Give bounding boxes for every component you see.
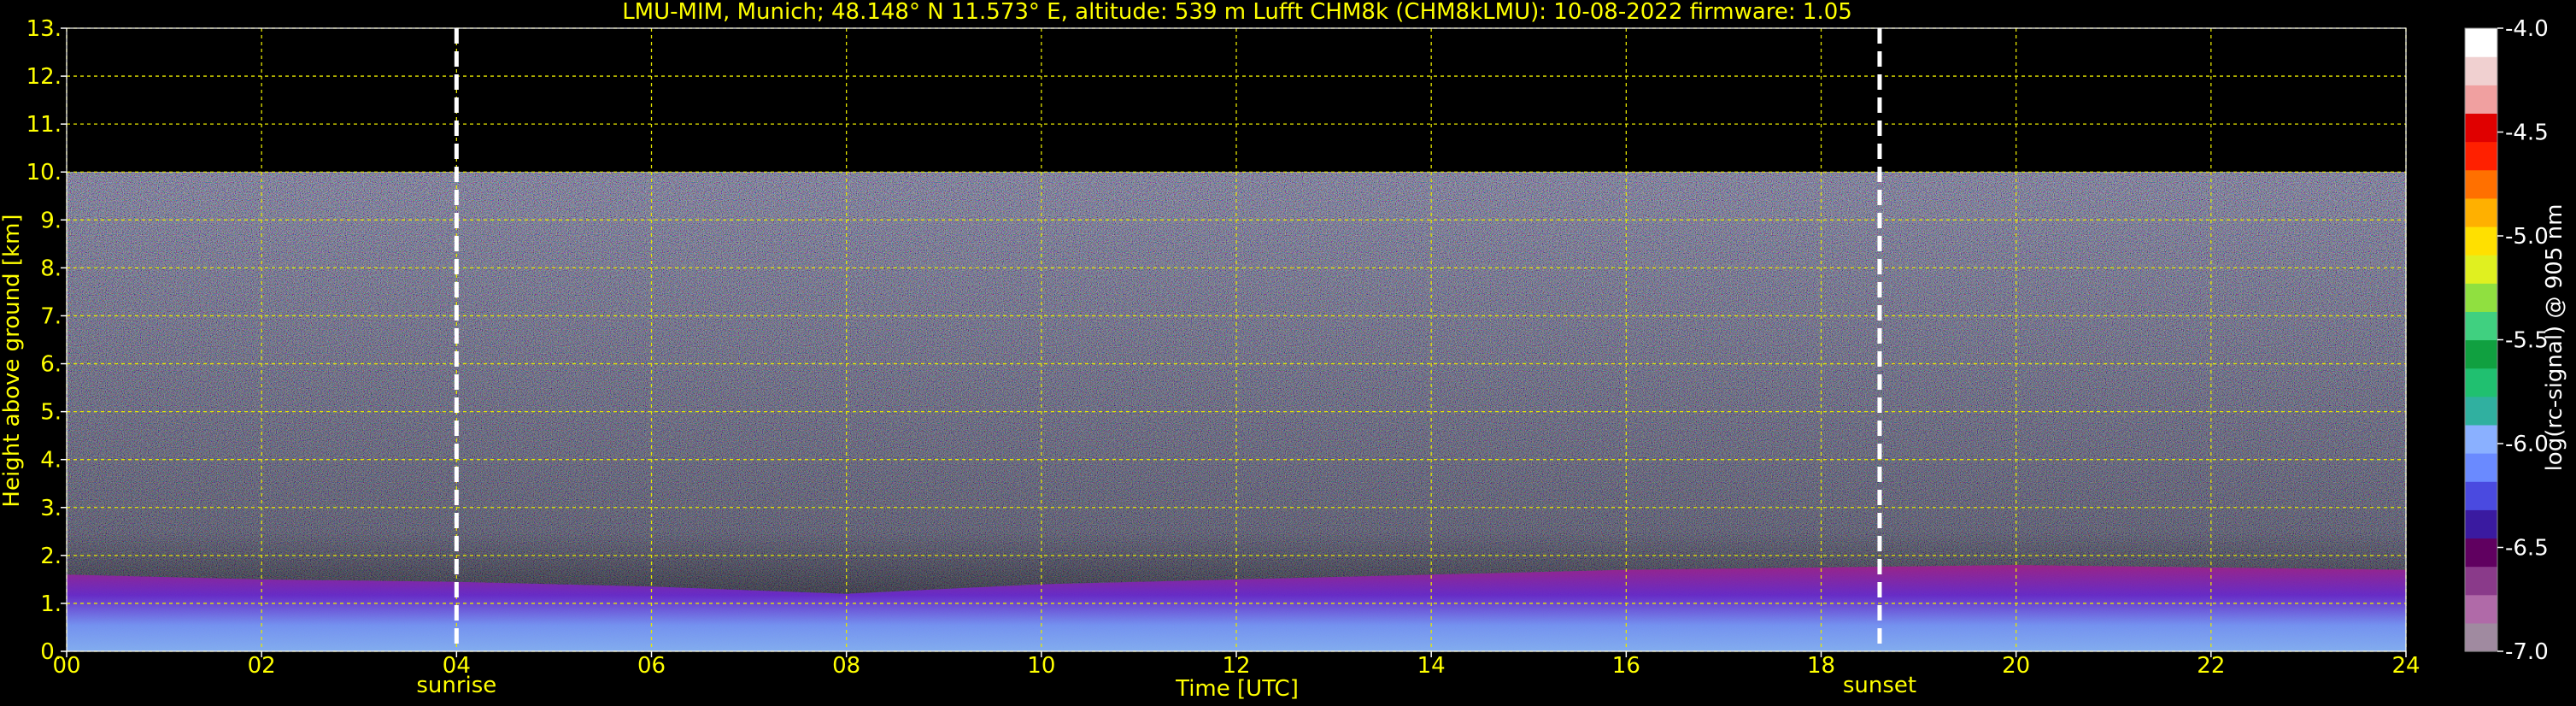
colorbar-swatch xyxy=(2465,481,2497,510)
y-tick-label: 5. xyxy=(40,400,62,426)
colorbar-swatch xyxy=(2465,424,2497,454)
y-tick-label: 11. xyxy=(26,112,62,138)
colorbar-swatch xyxy=(2465,538,2497,568)
y-tick-label: 2. xyxy=(40,544,62,569)
y-tick-label: 9. xyxy=(40,208,62,233)
y-tick-label: 13. xyxy=(26,16,62,42)
y-tick-label: 4. xyxy=(40,448,62,474)
x-tick-label: 22 xyxy=(2197,653,2225,679)
marker-label-sunset: sunset xyxy=(1843,673,1916,698)
colorbar-tick-label: -6.5 xyxy=(2505,536,2549,562)
colorbar-swatch xyxy=(2465,396,2497,426)
y-tick-label: 1. xyxy=(40,591,62,617)
y-tick-label: 8. xyxy=(40,256,62,281)
colorbar-swatch xyxy=(2465,453,2497,482)
y-tick-label: 7. xyxy=(40,303,62,329)
x-tick-label: 10 xyxy=(1027,653,1055,679)
colorbar-tick-label: -4.0 xyxy=(2505,16,2549,42)
colorbar-swatch xyxy=(2465,622,2497,652)
colorbar-swatch xyxy=(2465,368,2497,397)
colorbar-tick-label: -7.0 xyxy=(2505,639,2549,665)
x-tick-label: 04 xyxy=(443,653,471,679)
y-tick-label: 3. xyxy=(40,496,62,521)
x-tick-label: 16 xyxy=(1612,653,1640,679)
colorbar-swatch xyxy=(2465,283,2497,312)
chart-title: LMU-MIM, Munich; 48.148° N 11.573° E, al… xyxy=(622,0,1852,25)
colorbar-swatch xyxy=(2465,566,2497,596)
x-tick-label: 12 xyxy=(1222,653,1250,679)
colorbar-swatch xyxy=(2465,226,2497,256)
colorbar-swatch xyxy=(2465,339,2497,369)
x-axis-label: Time [UTC] xyxy=(1175,676,1299,702)
colorbar-swatch xyxy=(2465,197,2497,227)
colorbar-swatch xyxy=(2465,56,2497,85)
x-tick-label: 14 xyxy=(1417,653,1446,679)
colorbar-swatch xyxy=(2465,509,2497,539)
y-tick-label: 10. xyxy=(26,160,62,185)
y-tick-label: 6. xyxy=(40,352,62,378)
ceilometer-chart: LMU-MIM, Munich; 48.148° N 11.573° E, al… xyxy=(0,0,2576,706)
colorbar-tick-label: -4.5 xyxy=(2505,121,2549,146)
y-axis-label: Height above ground [km] xyxy=(0,214,25,507)
colorbar-swatch xyxy=(2465,311,2497,341)
colorbar-swatch xyxy=(2465,28,2497,57)
x-tick-label: 06 xyxy=(637,653,666,679)
x-tick-label: 02 xyxy=(248,653,276,679)
x-tick-label: 24 xyxy=(2391,653,2420,679)
y-tick-label: 0. xyxy=(40,639,62,665)
y-tick-label: 12. xyxy=(26,64,62,90)
colorbar-label: log(rc-signal) @ 905 nm xyxy=(2542,204,2567,472)
x-tick-label: 08 xyxy=(832,653,860,679)
colorbar-swatch xyxy=(2465,113,2497,143)
colorbar-swatch xyxy=(2465,141,2497,171)
x-tick-label: 18 xyxy=(1807,653,1835,679)
x-tick-label: 20 xyxy=(2002,653,2030,679)
colorbar-swatch xyxy=(2465,594,2497,624)
colorbar-swatch xyxy=(2465,85,2497,115)
colorbar-swatch xyxy=(2465,169,2497,199)
colorbar-swatch xyxy=(2465,255,2497,284)
